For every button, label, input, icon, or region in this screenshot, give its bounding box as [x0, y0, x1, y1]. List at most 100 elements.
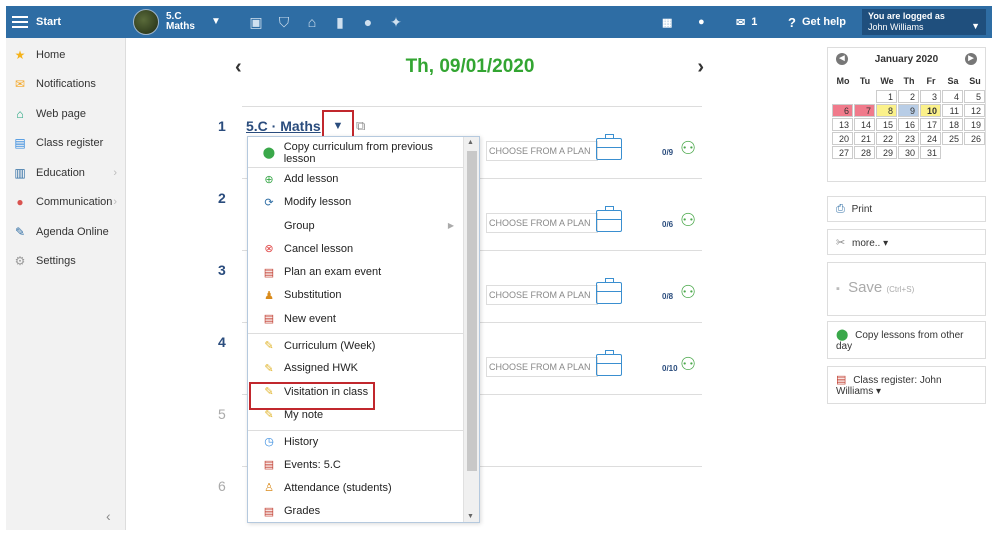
- calendar-day[interactable]: 11: [942, 104, 963, 117]
- menu-item-curriculum-week[interactable]: ✎ Curriculum (Week): [248, 333, 464, 356]
- sidebar-item-communication[interactable]: ● Communication ›: [6, 188, 125, 218]
- copy-icon: ⬤: [836, 329, 849, 341]
- calendar-day[interactable]: 2: [898, 90, 919, 103]
- scroll-down-icon[interactable]: ▼: [467, 513, 474, 520]
- menu-scrollbar[interactable]: ▲ ▼: [463, 137, 479, 522]
- institution-icon[interactable]: ⌂: [298, 14, 326, 30]
- menu-item-events[interactable]: ▤ Events: 5.C: [248, 453, 464, 476]
- calendar-day[interactable]: 5: [964, 90, 985, 103]
- lesson-title-link[interactable]: 5.C · Maths: [246, 118, 321, 134]
- top-bar: Start 5.C Maths ▼ ▣ ⛉ ⌂ ▮ ● ✦ ▦ ● ✉ 1 ? …: [6, 6, 992, 38]
- shield-icon[interactable]: ⛉: [270, 14, 298, 31]
- calendar-day[interactable]: 4: [942, 90, 963, 103]
- calendar-day[interactable]: 29: [876, 146, 897, 159]
- sidebar-item-agenda-online[interactable]: ✎ Agenda Online: [6, 217, 125, 247]
- class-avatar[interactable]: [133, 9, 159, 35]
- attendance-icon[interactable]: ⚇: [680, 354, 696, 375]
- menu-item-group[interactable]: Group ▶: [248, 214, 464, 237]
- menu-item-grades[interactable]: ▤ Grades: [248, 499, 464, 522]
- messages-button[interactable]: ✉ 1: [736, 6, 757, 38]
- calendar-day[interactable]: 9: [898, 104, 919, 117]
- more-button[interactable]: ✂ more.. ▾: [827, 229, 986, 255]
- choose-plan-field[interactable]: CHOOSE FROM A PLAN: [486, 285, 598, 305]
- chat-icon[interactable]: ●: [698, 6, 705, 38]
- bar-chart-icon[interactable]: ▮: [326, 14, 354, 31]
- calendar-day[interactable]: 27: [832, 146, 853, 159]
- briefcase-icon[interactable]: [596, 134, 622, 160]
- sidebar-item-notifications[interactable]: ✉ Notifications: [6, 70, 125, 100]
- badge-icon[interactable]: ●: [354, 14, 382, 30]
- sidebar-item-web-page[interactable]: ⌂ Web page: [6, 99, 125, 129]
- previous-month-icon[interactable]: ◀: [836, 53, 848, 65]
- briefcase-icon[interactable]: [596, 206, 622, 232]
- sidebar-item-settings[interactable]: ⚙ Settings: [6, 247, 125, 277]
- calendar-day[interactable]: 3: [920, 90, 941, 103]
- menu-item-new-event[interactable]: ▤ New event: [248, 307, 464, 330]
- menu-item-cancel-lesson[interactable]: ⊗ Cancel lesson: [248, 237, 464, 260]
- calendar-day[interactable]: 26: [964, 132, 985, 145]
- class-register-button[interactable]: ▤ Class register: John Williams ▾: [827, 366, 986, 404]
- calendar-day[interactable]: 14: [854, 118, 875, 131]
- choose-plan-field[interactable]: CHOOSE FROM A PLAN: [486, 213, 598, 233]
- calendar-day[interactable]: 30: [898, 146, 919, 159]
- qr-icon[interactable]: ▦: [662, 6, 672, 38]
- choose-plan-field[interactable]: CHOOSE FROM A PLAN: [486, 141, 598, 161]
- briefcase-icon[interactable]: [596, 350, 622, 376]
- calendar-day[interactable]: 12: [964, 104, 985, 117]
- menu-item-modify-lesson[interactable]: ⟳ Modify lesson: [248, 191, 464, 214]
- calendar-day[interactable]: 8: [876, 104, 897, 117]
- lesson-number: 6: [218, 478, 226, 494]
- calendar-day[interactable]: 13: [832, 118, 853, 131]
- people-icon[interactable]: ✦: [382, 14, 410, 31]
- calendar-day[interactable]: 19: [964, 118, 985, 131]
- menu-item-assigned-hwk[interactable]: ✎ Assigned HWK: [248, 357, 464, 380]
- sidebar-item-class-register[interactable]: ▤ Class register: [6, 129, 125, 159]
- calendar-day[interactable]: 16: [898, 118, 919, 131]
- sidebar-item-home[interactable]: ★ Home: [6, 40, 125, 70]
- scrollbar-thumb[interactable]: [467, 151, 477, 471]
- menu-item-copy-curriculum[interactable]: ⬤ Copy curriculum from previous lesson: [248, 141, 464, 165]
- calendar-day[interactable]: 21: [854, 132, 875, 145]
- calendar-day[interactable]: 28: [854, 146, 875, 159]
- menu-item-substitution[interactable]: ♟ Substitution: [248, 284, 464, 307]
- menu-item-plan-exam[interactable]: ▤ Plan an exam event: [248, 260, 464, 283]
- calendar-day[interactable]: 18: [942, 118, 963, 131]
- user-menu[interactable]: You are logged as John Williams ▼: [862, 9, 986, 35]
- calendar-day[interactable]: 7: [854, 104, 875, 117]
- calendar-day[interactable]: 6: [832, 104, 853, 117]
- calendar-day[interactable]: 24: [920, 132, 941, 145]
- start-menu-button[interactable]: Start: [6, 6, 128, 38]
- calendar-day[interactable]: 20: [832, 132, 853, 145]
- calendar-day[interactable]: 23: [898, 132, 919, 145]
- calendar-day[interactable]: 10: [920, 104, 941, 117]
- copy-lessons-button[interactable]: ⬤ Copy lessons from other day: [827, 321, 986, 359]
- attendance-icon[interactable]: ⚇: [680, 282, 696, 303]
- calendar-day[interactable]: 1: [876, 90, 897, 103]
- print-button[interactable]: ⎙ Print: [827, 196, 986, 222]
- sidebar-item-label: Web page: [36, 107, 86, 120]
- calendar-day[interactable]: 31: [920, 146, 941, 159]
- calendar-day[interactable]: 25: [942, 132, 963, 145]
- help-button[interactable]: ? Get help: [788, 6, 846, 38]
- briefcase-icon[interactable]: [596, 278, 622, 304]
- next-day-icon[interactable]: ›: [697, 56, 704, 79]
- save-button[interactable]: ▪ Save (Ctrl+S): [827, 262, 986, 316]
- class-selector[interactable]: 5.C Maths: [166, 12, 195, 32]
- sidebar-item-education[interactable]: ▥ Education ›: [6, 158, 125, 188]
- collapse-sidebar-icon[interactable]: ‹: [106, 508, 111, 524]
- calendar-day[interactable]: 17: [920, 118, 941, 131]
- menu-item-history[interactable]: ◷ History: [248, 429, 464, 453]
- menu-item-add-lesson[interactable]: ⊕ Add lesson: [248, 167, 464, 190]
- calendar-day[interactable]: 22: [876, 132, 897, 145]
- calendar-day[interactable]: 15: [876, 118, 897, 131]
- menu-item-label: New event: [284, 312, 336, 325]
- choose-plan-field[interactable]: CHOOSE FROM A PLAN: [486, 357, 598, 377]
- attendance-icon[interactable]: ⚇: [680, 210, 696, 231]
- class-caret-icon[interactable]: ▼: [211, 16, 221, 27]
- attendance-icon[interactable]: ⚇: [680, 138, 696, 159]
- briefcase-icon[interactable]: ▣: [242, 14, 270, 31]
- copy-icon[interactable]: ⧉: [356, 118, 365, 134]
- scroll-up-icon[interactable]: ▲: [467, 139, 474, 146]
- next-month-icon[interactable]: ▶: [965, 53, 977, 65]
- menu-item-attendance[interactable]: ♙ Attendance (students): [248, 476, 464, 499]
